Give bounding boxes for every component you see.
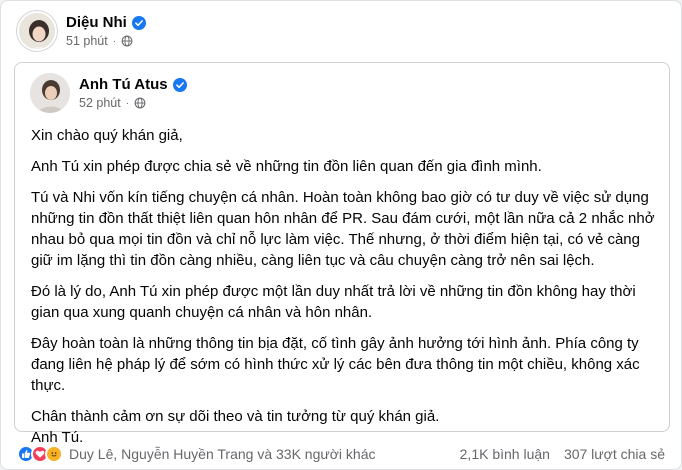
comments-count[interactable]: 2,1K bình luận bbox=[460, 446, 550, 462]
shared-post-header: Anh Tú Atus 52 phút · bbox=[30, 73, 187, 113]
reactions-summary[interactable]: Duy Lê, Nguyễn Huyền Trang và 33K người … bbox=[17, 445, 376, 463]
shared-post[interactable]: Anh Tú Atus 52 phút · Xin chào quý khán … bbox=[14, 62, 670, 446]
post-paragraph: Xin chào quý khán giả, bbox=[31, 127, 183, 144]
shared-author-name[interactable]: Anh Tú Atus bbox=[79, 76, 168, 93]
post-paragraph: Anh Tú xin phép được chia sẻ về những ti… bbox=[31, 158, 542, 175]
post-paragraph: Tú và Nhi vốn kín tiếng chuyện cá nhân. … bbox=[31, 189, 655, 269]
separator-dot: · bbox=[112, 35, 117, 47]
verified-badge-icon bbox=[131, 15, 146, 30]
shared-post-timestamp[interactable]: 52 phút bbox=[79, 96, 121, 110]
post-paragraph: Đó là lý do, Anh Tú xin phép được một lầ… bbox=[31, 283, 636, 321]
avatar[interactable] bbox=[17, 11, 57, 51]
care-reaction-icon bbox=[45, 445, 63, 463]
separator-dot: · bbox=[125, 97, 130, 109]
post-card: Diệu Nhi 51 phút · Anh Tú Atus 52 phút ·… bbox=[0, 0, 682, 470]
post-paragraph: Chân thành cảm ơn sự dõi theo và tin tưở… bbox=[31, 408, 440, 425]
reaction-icons bbox=[17, 445, 63, 463]
reactions-text[interactable]: Duy Lê, Nguyễn Huyền Trang và 33K người … bbox=[69, 446, 376, 462]
post-paragraph: Đây hoàn toàn là những thông tin bịa đặt… bbox=[31, 335, 640, 394]
globe-icon bbox=[121, 35, 133, 47]
verified-badge-icon bbox=[172, 77, 187, 92]
post-timestamp[interactable]: 51 phút bbox=[66, 34, 108, 48]
post-stats: 2,1K bình luận 307 lượt chia sẻ bbox=[460, 446, 665, 462]
author-name[interactable]: Diệu Nhi bbox=[66, 14, 127, 31]
globe-icon bbox=[134, 97, 146, 109]
post-footer: Duy Lê, Nguyễn Huyền Trang và 33K người … bbox=[17, 442, 665, 466]
shared-avatar[interactable] bbox=[30, 73, 70, 113]
post-header: Diệu Nhi 51 phút · bbox=[17, 11, 146, 51]
shares-count[interactable]: 307 lượt chia sẻ bbox=[564, 446, 665, 462]
post-body: Xin chào quý khán giả, Anh Tú xin phép đ… bbox=[31, 125, 657, 448]
